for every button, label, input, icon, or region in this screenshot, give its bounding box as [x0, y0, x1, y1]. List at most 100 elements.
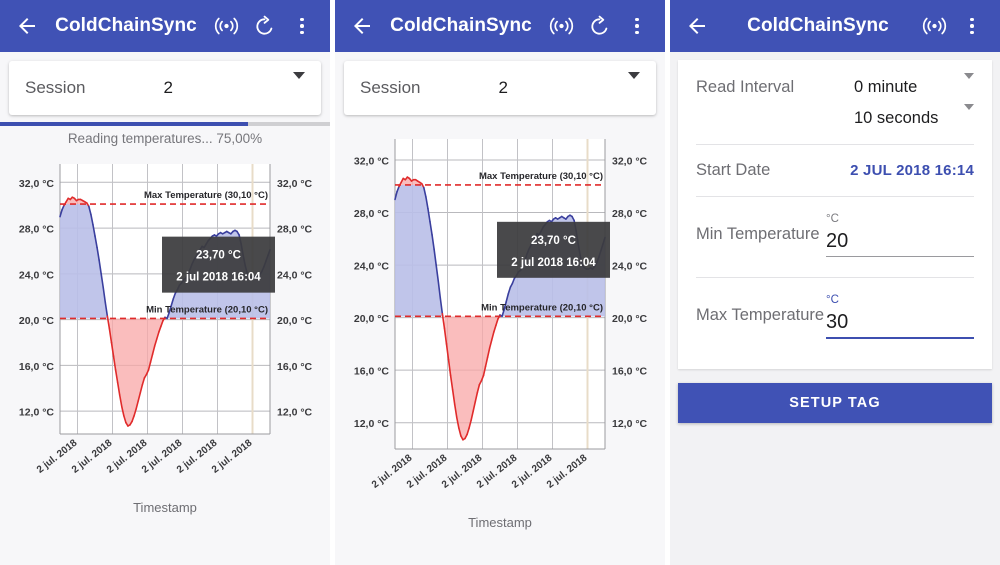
svg-text:12,0 °C: 12,0 °C [354, 418, 390, 430]
svg-text:28,0 °C: 28,0 °C [354, 208, 390, 220]
svg-text:20,0 °C: 20,0 °C [354, 313, 390, 325]
overflow-menu-icon [635, 17, 639, 35]
max-temperature-unit: °C [826, 294, 839, 306]
app-bar-actions [543, 8, 655, 44]
app-title: ColdChainSync [390, 15, 532, 36]
chevron-down-icon [628, 72, 640, 97]
svg-text:Timestamp: Timestamp [468, 515, 532, 530]
overflow-menu-button[interactable] [619, 8, 655, 44]
session-selector[interactable]: Session 2 [9, 61, 321, 115]
app-bar: ColdChainSync [0, 0, 330, 52]
nfc-broadcast-icon [922, 17, 946, 35]
max-temperature-label: Max Temperature [696, 306, 825, 324]
overflow-menu-button[interactable] [954, 8, 990, 44]
svg-text:Min Temperature (20,10 °C): Min Temperature (20,10 °C) [146, 304, 268, 315]
refresh-icon [255, 15, 272, 35]
svg-text:12,0 °C: 12,0 °C [612, 418, 648, 430]
refresh-icon [590, 15, 607, 35]
refresh-button[interactable] [581, 8, 617, 44]
back-arrow-icon [354, 18, 370, 34]
panel-session-chart-loading: ColdChainSync Session 2 Reading temperat… [0, 0, 330, 565]
svg-text:32,0 °C: 32,0 °C [612, 156, 648, 168]
nfc-broadcast-icon [549, 17, 573, 35]
svg-text:28,0 °C: 28,0 °C [19, 224, 55, 236]
svg-text:20,0 °C: 20,0 °C [612, 313, 648, 325]
app-title: ColdChainSync [747, 15, 889, 36]
chart-svg: 12,0 °C 12,0 °C 16,0 °C 16,0 °C 20,0 °C 20,0 … [19, 164, 313, 515]
nfc-broadcast-icon [214, 17, 238, 35]
temperature-chart-2[interactable]: 12,0 °C 12,0 °C 16,0 °C 16,0 °C 20,0 °C 20,0 … [335, 121, 665, 541]
min-temperature-row: Min Temperature °C [678, 197, 992, 277]
svg-text:24,0 °C: 24,0 °C [277, 269, 313, 281]
svg-text:16,0 °C: 16,0 °C [612, 366, 648, 378]
nfc-button[interactable] [208, 8, 244, 44]
progress-text: Reading temperatures... 75,00% [67, 131, 263, 146]
svg-text:32,0 °C: 32,0 °C [19, 178, 55, 190]
back-button[interactable] [10, 9, 44, 43]
back-arrow-icon [19, 18, 35, 34]
svg-text:Timestamp: Timestamp [133, 500, 197, 515]
chevron-down-icon [964, 103, 974, 128]
temperature-chart-1[interactable]: 12,0 °C 12,0 °C 16,0 °C 16,0 °C 20,0 °C 20,0 … [0, 146, 330, 526]
read-interval-minutes-value: 0 minute [854, 78, 918, 96]
back-arrow-icon [689, 18, 705, 34]
app-bar-actions [916, 8, 990, 44]
session-value: 2 [498, 78, 508, 97]
svg-text:28,0 °C: 28,0 °C [612, 208, 648, 220]
svg-text:20,0 °C: 20,0 °C [277, 315, 313, 327]
svg-text:28,0 °C: 28,0 °C [277, 224, 313, 236]
app-bar: ColdChainSync [670, 0, 1000, 52]
progress-bar [0, 122, 330, 126]
svg-text:2 jul 2018 16:04: 2 jul 2018 16:04 [176, 272, 261, 284]
read-interval-seconds-row: 10 seconds [678, 103, 992, 144]
svg-text:24,0 °C: 24,0 °C [19, 269, 55, 281]
chevron-down-icon [293, 72, 305, 97]
chart-svg: 12,0 °C 12,0 °C 16,0 °C 16,0 °C 20,0 °C 20,0 … [354, 139, 648, 530]
svg-text:32,0 °C: 32,0 °C [277, 178, 313, 190]
read-interval-row: Read Interval 0 minute [678, 60, 992, 103]
back-button[interactable] [345, 9, 379, 43]
min-temperature-label: Min Temperature [696, 225, 820, 243]
refresh-button[interactable] [246, 8, 282, 44]
nfc-button[interactable] [916, 8, 952, 44]
svg-text:12,0 °C: 12,0 °C [277, 407, 313, 419]
back-button[interactable] [680, 9, 714, 43]
app-bar-actions [208, 8, 320, 44]
session-card-wrap: Session 2 [0, 52, 330, 115]
session-value: 2 [163, 78, 173, 97]
svg-text:16,0 °C: 16,0 °C [354, 366, 390, 378]
min-temperature-field-wrap: °C [826, 213, 974, 257]
svg-text:Min Temperature (20,10 °C): Min Temperature (20,10 °C) [481, 302, 603, 313]
svg-text:23,70 °C: 23,70 °C [196, 250, 241, 262]
svg-text:16,0 °C: 16,0 °C [277, 361, 313, 373]
app-title: ColdChainSync [55, 15, 197, 36]
nfc-button[interactable] [543, 8, 579, 44]
max-temperature-field-wrap: °C [826, 294, 974, 339]
progress-area: Reading temperatures... 75,00% [0, 115, 330, 146]
start-date-value[interactable]: 2 JUL 2018 16:14 [850, 162, 974, 179]
svg-text:Max Temperature (30,10 °C): Max Temperature (30,10 °C) [479, 171, 603, 182]
read-interval-label: Read Interval [696, 78, 795, 96]
svg-text:32,0 °C: 32,0 °C [354, 156, 390, 168]
min-temperature-unit: °C [826, 213, 839, 225]
start-date-label: Start Date [696, 161, 771, 179]
svg-text:12,0 °C: 12,0 °C [19, 407, 55, 419]
session-label: Session [25, 78, 86, 97]
session-selector[interactable]: Session 2 [344, 61, 656, 115]
max-temperature-row: Max Temperature °C [678, 278, 992, 359]
session-card-wrap: Session 2 [335, 52, 665, 115]
chevron-down-icon [964, 72, 974, 97]
setup-tag-button[interactable]: SETUP TAG [678, 383, 992, 423]
panel-session-chart: ColdChainSync Session 2 12,0 °C 12,0 °C … [335, 0, 665, 565]
read-interval-seconds-select[interactable]: 10 seconds [854, 103, 974, 128]
read-interval-minutes-select[interactable]: 0 minute [854, 72, 974, 97]
max-temperature-input[interactable] [826, 307, 974, 339]
svg-text:Max Temperature (30,10 °C): Max Temperature (30,10 °C) [144, 190, 268, 201]
min-temperature-input[interactable] [826, 226, 974, 257]
overflow-menu-icon [970, 17, 974, 35]
svg-text:2 jul 2018 16:04: 2 jul 2018 16:04 [511, 257, 596, 269]
svg-text:24,0 °C: 24,0 °C [354, 261, 390, 273]
svg-text:20,0 °C: 20,0 °C [19, 315, 55, 327]
start-date-row[interactable]: Start Date 2 JUL 2018 16:14 [678, 145, 992, 196]
overflow-menu-button[interactable] [284, 8, 320, 44]
